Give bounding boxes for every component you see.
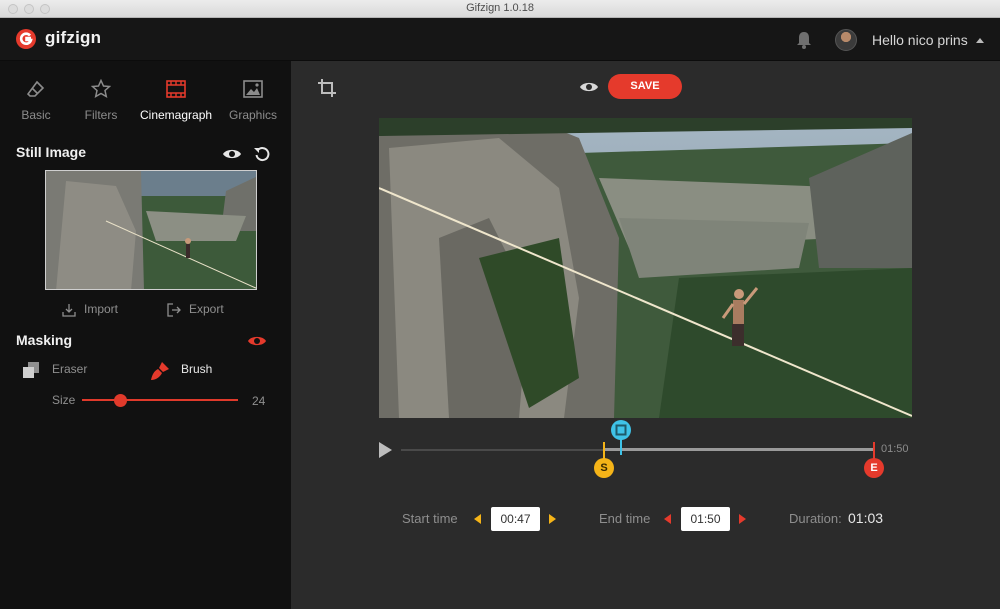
timeline-end-time: 01:50 <box>881 443 909 455</box>
size-slider-track[interactable] <box>82 399 238 401</box>
start-time-input[interactable]: 00:47 <box>491 507 540 531</box>
eraser-label: Eraser <box>52 362 88 376</box>
logo-text: gifzign <box>45 28 102 47</box>
start-marker[interactable]: S <box>594 458 614 478</box>
user-menu-caret-icon[interactable] <box>976 38 984 43</box>
eraser-icon <box>26 80 45 97</box>
import-label: Import <box>84 302 119 316</box>
gifzign-logo-icon <box>16 29 36 49</box>
size-value: 24 <box>252 394 266 408</box>
save-button[interactable]: SAVE <box>608 74 682 99</box>
user-greeting[interactable]: Hello nico prins <box>872 32 968 48</box>
cinemagraph-preview-picture <box>379 118 912 418</box>
export-button[interactable]: Export <box>167 302 237 318</box>
tab-label: Filters <box>84 108 118 122</box>
export-label: Export <box>189 302 224 316</box>
end-time-label: End time <box>599 511 651 526</box>
duration-label: Duration: <box>789 511 842 526</box>
sidebar: Basic Filters Cinemagraph Graphics Still… <box>0 61 291 609</box>
preview-eye-icon[interactable] <box>579 80 599 94</box>
masking-title: Masking <box>16 332 73 348</box>
tab-label: Cinemagraph <box>140 108 213 122</box>
user-avatar[interactable] <box>835 29 857 51</box>
start-time-label: Start time <box>402 511 458 526</box>
start-time-increase-icon[interactable] <box>549 514 556 524</box>
start-time-decrease-icon[interactable] <box>474 514 481 524</box>
end-time-input[interactable]: 01:50 <box>681 507 730 531</box>
window-title: Gifzign 1.0.18 <box>466 2 534 14</box>
brush-tool-button[interactable]: Brush <box>150 360 240 380</box>
size-slider-thumb[interactable] <box>114 394 127 407</box>
undo-icon[interactable] <box>253 145 271 163</box>
eraser-tool-icon <box>23 362 39 378</box>
tab-filters[interactable]: Filters <box>65 61 137 127</box>
video-preview[interactable] <box>379 118 912 418</box>
film-icon <box>166 80 186 98</box>
export-icon <box>167 303 181 317</box>
image-icon <box>243 80 263 98</box>
import-button[interactable]: Import <box>62 302 132 318</box>
playhead-marker[interactable] <box>610 419 632 457</box>
brush-tool-icon <box>151 362 169 380</box>
still-image-thumbnail[interactable] <box>45 170 257 290</box>
eraser-tool-button[interactable]: Eraser <box>22 360 112 378</box>
brush-label: Brush <box>181 362 213 376</box>
end-time-decrease-icon[interactable] <box>664 514 671 524</box>
import-icon <box>62 304 76 317</box>
eye-icon[interactable] <box>222 147 242 161</box>
still-image-title: Still Image <box>16 144 87 160</box>
end-marker[interactable]: E <box>864 458 884 478</box>
tab-graphics[interactable]: Graphics <box>217 61 289 127</box>
crop-icon[interactable] <box>317 78 337 98</box>
notifications-bell-icon[interactable] <box>795 30 813 50</box>
app-header: gifzign Hello nico prins <box>0 18 1000 61</box>
timeline-selection[interactable] <box>604 448 874 451</box>
masking-visibility-eye-icon[interactable] <box>247 334 267 348</box>
star-icon <box>91 79 111 98</box>
tab-cinemagraph[interactable]: Cinemagraph <box>140 61 212 127</box>
play-icon[interactable] <box>377 441 393 459</box>
tab-label: Basic <box>21 108 51 122</box>
duration-value: 01:03 <box>848 510 884 526</box>
window-titlebar: Gifzign 1.0.18 <box>0 0 1000 18</box>
size-label: Size <box>52 393 76 407</box>
still-image-picture <box>46 171 256 289</box>
end-time-increase-icon[interactable] <box>739 514 746 524</box>
main-editor: SAVE 01:50 S E Start time 00:47 End time… <box>291 61 1000 609</box>
tab-label: Graphics <box>228 108 278 122</box>
tab-basic[interactable]: Basic <box>0 61 72 127</box>
